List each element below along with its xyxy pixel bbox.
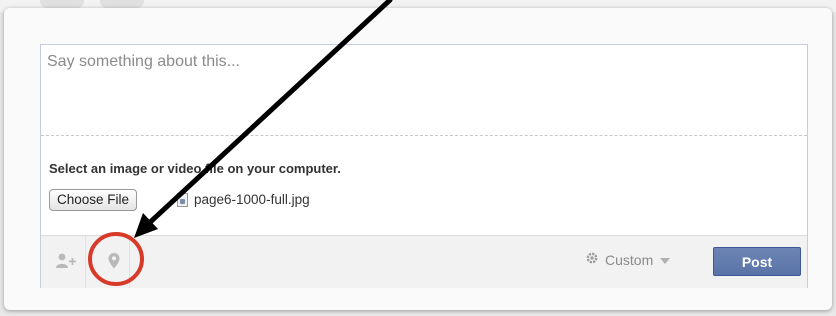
tag-people-icon[interactable]: [55, 252, 77, 275]
top-tab-shape: [40, 0, 84, 8]
footer-separator: [129, 236, 130, 288]
selected-file-name: page6-1000-full.jpg: [194, 192, 310, 207]
status-textarea[interactable]: [41, 45, 807, 135]
file-select-label: Select an image or video file on your co…: [49, 161, 341, 176]
choose-file-button[interactable]: Choose File: [49, 189, 138, 211]
post-button[interactable]: Post: [713, 247, 801, 276]
image-file-icon: [177, 193, 188, 207]
gear-icon: [585, 251, 599, 268]
caret-down-icon: [659, 252, 671, 268]
top-tab-shape: [100, 0, 144, 8]
footer-separator: [85, 236, 86, 288]
audience-label: Custom: [605, 251, 654, 268]
composer-footer: Custom Post: [41, 235, 807, 288]
location-pin-icon[interactable]: [107, 252, 121, 275]
audience-selector[interactable]: Custom: [585, 251, 671, 268]
dashed-divider: [41, 135, 807, 136]
share-composer: Select an image or video file on your co…: [40, 44, 808, 288]
